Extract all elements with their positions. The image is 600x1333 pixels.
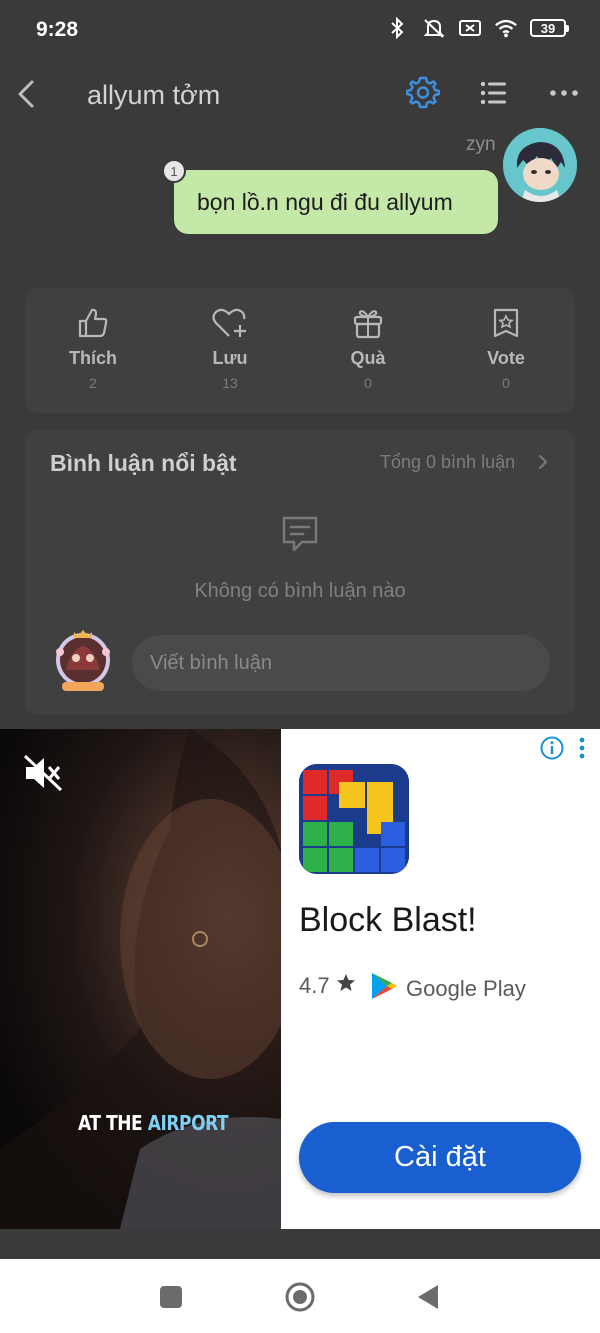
system-back-button[interactable] — [416, 1283, 440, 1311]
speaker-muted-icon — [23, 754, 63, 792]
ad-app-name[interactable]: Block Blast! — [299, 901, 477, 940]
reactions-panel: Thích 2 Lưu 13 Quà 0 Vote 0 — [25, 288, 575, 413]
heart-plus-icon — [212, 308, 246, 337]
ad-more-icon[interactable] — [576, 736, 588, 760]
page-title: allyum tởm — [87, 80, 221, 110]
user-avatar-image — [503, 128, 577, 202]
back-triangle-icon — [418, 1285, 438, 1309]
app-icon[interactable] — [299, 764, 409, 874]
settings-button[interactable] — [405, 75, 441, 109]
vote-badge-icon — [493, 308, 519, 338]
install-label: Cài đặt — [394, 1141, 486, 1173]
ad-video-caption: AT THE AIRPORT — [78, 1111, 229, 1135]
list-button[interactable] — [478, 77, 510, 109]
rating-value: 4.7 — [299, 973, 330, 998]
ad-rating: 4.7 — [299, 973, 356, 999]
like-button[interactable]: Thích 2 — [33, 306, 153, 391]
no-sim-icon — [458, 16, 482, 40]
home-circle-icon — [285, 1282, 315, 1312]
like-label: Thích — [69, 348, 117, 368]
like-count: 2 — [89, 375, 97, 391]
ad-video-frame — [0, 729, 281, 1229]
save-label: Lưu — [212, 348, 248, 368]
vote-label: Vote — [487, 348, 525, 368]
status-icons: 39 — [386, 16, 569, 40]
empty-comments-text: Không có bình luận nào — [194, 580, 406, 602]
comments-title: Bình luận nổi bật — [50, 450, 237, 476]
comment-input[interactable]: Viết bình luận — [132, 635, 550, 691]
sender-name: zyn — [466, 134, 496, 155]
recents-button[interactable] — [160, 1286, 182, 1308]
more-horizontal-icon — [550, 90, 578, 96]
gear-icon — [405, 76, 441, 109]
ad-video[interactable]: AT THE AIRPORT — [0, 729, 281, 1229]
battery-indicator: 39 — [530, 19, 569, 37]
star-icon — [336, 973, 356, 999]
status-bar: 9:28 39 — [0, 0, 600, 60]
gift-label: Quà — [350, 348, 386, 368]
comment-icon — [280, 514, 320, 554]
mute-icon — [422, 16, 446, 40]
message-text: bọn lồ.n ngu đi đu allyum — [197, 188, 453, 215]
install-button[interactable]: Cài đặt — [299, 1122, 581, 1193]
wifi-icon — [494, 16, 518, 40]
gift-button[interactable]: Quà 0 — [308, 306, 428, 391]
vote-button[interactable]: Vote 0 — [446, 306, 566, 391]
message-count-badge: 1 — [162, 159, 186, 183]
mute-video-button[interactable] — [22, 753, 64, 793]
back-button[interactable] — [12, 76, 42, 112]
more-options-button[interactable] — [548, 80, 580, 106]
block-blast-icon — [299, 764, 409, 874]
list-icon — [480, 81, 506, 105]
home-button[interactable] — [284, 1281, 316, 1313]
vote-count: 0 — [502, 375, 510, 391]
comments-panel: Bình luận nổi bật Tổng 0 bình luận Không… — [25, 430, 575, 715]
ad-banner[interactable]: AT THE AIRPORT Block Blast! 4.7 Google P… — [0, 729, 600, 1229]
commenter-avatar — [52, 628, 114, 696]
app-header: allyum tởm — [0, 60, 600, 130]
bluetooth-icon — [386, 16, 410, 40]
status-time: 9:28 — [36, 18, 79, 41]
ad-store-badge: Google Play — [370, 971, 526, 1007]
gift-icon — [353, 310, 383, 339]
store-name: Google Play — [406, 976, 526, 1001]
comment-input-placeholder: Viết bình luận — [150, 651, 272, 674]
thumbs-up-icon — [78, 308, 108, 338]
chevron-left-icon — [18, 80, 34, 108]
ad-info-icon[interactable] — [540, 736, 564, 760]
save-count: 13 — [222, 375, 238, 391]
chevron-right-icon[interactable] — [535, 452, 551, 472]
system-nav-bar — [0, 1259, 600, 1333]
google-play-icon — [370, 971, 398, 1007]
message-bubble[interactable]: bọn lồ.n ngu đi đu allyum — [174, 170, 498, 234]
save-button[interactable]: Lưu 13 — [170, 306, 290, 391]
gift-count: 0 — [364, 375, 372, 391]
comments-total-link[interactable]: Tổng 0 bình luận — [380, 452, 515, 473]
avatar[interactable] — [503, 128, 577, 202]
